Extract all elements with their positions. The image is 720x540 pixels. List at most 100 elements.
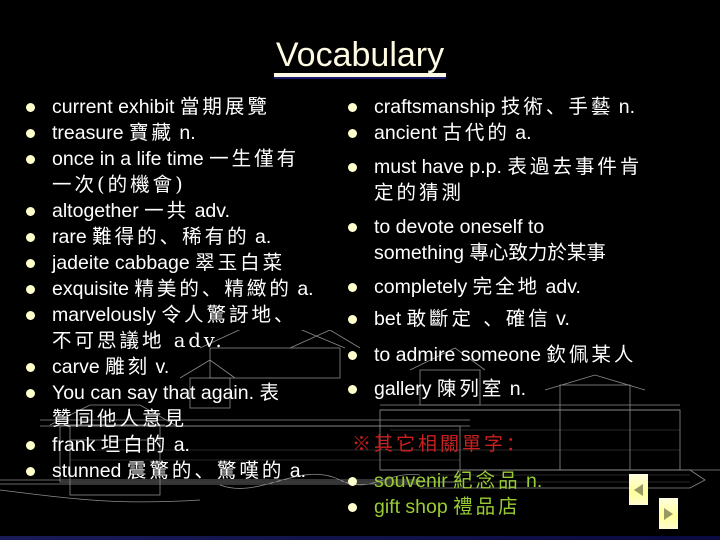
triangle-right-icon (664, 508, 673, 520)
part-of-speech: v. (550, 308, 570, 330)
bullet-icon (348, 129, 357, 138)
vocab-term: gift shop (374, 496, 454, 518)
vocab-translation: 欽佩某人 (546, 343, 637, 366)
bullet-icon (348, 351, 357, 360)
vocab-item: bet 敢斷定 、確信 v. (348, 306, 720, 332)
slide-title-text: Vocabulary (273, 38, 447, 77)
vocab-term: jadeite cabbage (52, 252, 196, 274)
part-of-speech: a. (291, 278, 314, 300)
vocab-item: to devote oneself to something 專心致力於某事 (348, 214, 720, 266)
vocab-term: marvelously (52, 304, 162, 326)
slide: Vocabulary current exhibit 當期展覽 treasure… (0, 0, 720, 540)
vocab-translation: 雕刻 (105, 355, 151, 378)
vocab-term: ancient (374, 122, 443, 144)
bullet-icon (26, 285, 35, 294)
part-of-speech: adv. (540, 276, 581, 298)
vocab-translation: 敢斷定 、確信 (406, 307, 551, 330)
vocab-term: to devote oneself to (374, 216, 545, 238)
bullet-icon (348, 223, 357, 232)
bullet-icon (348, 283, 357, 292)
vocab-translation: 一生僅有 (209, 147, 300, 170)
vocab-translation: 古代的 (442, 121, 510, 144)
related-words-heading: ※其它相關單字： (352, 433, 529, 455)
vocab-translation: 坦白的 (100, 433, 169, 456)
vocab-term: completely (374, 276, 473, 298)
vocab-translation: 一共 (144, 199, 190, 222)
vocab-term: gallery (374, 378, 437, 400)
bullet-icon (26, 467, 35, 476)
vocab-item: ancient 古代的 a. (348, 120, 720, 146)
vocab-term: stunned (52, 460, 127, 482)
vocab-item: current exhibit 當期展覽 (26, 94, 356, 120)
part-of-speech: a. (509, 122, 532, 144)
bullet-icon (26, 103, 35, 112)
vocab-item: to admire someone 欽佩某人 (348, 342, 720, 368)
vocab-translation: 翠玉白菜 (195, 251, 286, 274)
vocab-item: stunned 震驚的、驚嘆的 a. (26, 458, 356, 484)
vocab-term: treasure (52, 122, 129, 144)
part-of-speech: v. (150, 356, 170, 378)
vocabulary-list-right: craftsmanship 技術、手藝 n. ancient 古代的 a. mu… (348, 94, 720, 402)
vocab-translation: 當期展覽 (179, 95, 270, 118)
vocab-translation: 難得的、稀有的 (92, 225, 250, 248)
part-of-speech: n. (520, 470, 543, 492)
part-of-speech: a. (284, 460, 307, 482)
vocab-translation: 禮品店 (453, 495, 521, 518)
triangle-left-icon (634, 484, 643, 496)
vocab-translation: 陳列室 (436, 377, 505, 400)
bullet-icon (26, 207, 35, 216)
vocab-item: gallery 陳列室 n. (348, 376, 720, 402)
vocab-item: carve 雕刻 v. (26, 354, 356, 380)
vocab-item: jadeite cabbage 翠玉白菜 (26, 250, 356, 276)
vocab-item: once in a life time 一生僅有 一次(的機會) (26, 146, 356, 198)
vocab-translation-continued: 贊同他人意見 (52, 407, 188, 430)
vocab-term: bet (374, 308, 407, 330)
vocab-translation-continued: 一次(的機會) (52, 173, 186, 196)
bullet-icon (26, 363, 35, 372)
part-of-speech: adv. (189, 200, 230, 222)
bullet-icon (26, 389, 35, 398)
previous-slide-button[interactable] (629, 474, 648, 505)
vocabulary-list-left: current exhibit 當期展覽 treasure 寶藏 n. once… (26, 94, 356, 484)
vocab-term: rare (52, 226, 93, 248)
vocab-translation: 技術、手藝 (500, 95, 614, 118)
vocab-term: to admire someone (374, 344, 547, 366)
bullet-icon (26, 129, 35, 138)
vocab-term: current exhibit (52, 96, 180, 118)
vocab-item: completely 完全地 adv. (348, 274, 720, 300)
vocab-translation-continued: 不可思議地 adv. (52, 329, 225, 352)
vocab-term: carve (52, 356, 106, 378)
part-of-speech: n. (504, 378, 527, 400)
vocab-translation: 精美的、精緻的 (134, 277, 292, 300)
bullet-icon (348, 477, 357, 486)
vocab-term: souvenir (374, 470, 454, 492)
vocab-translation: 完全地 (472, 275, 541, 298)
bullet-icon (26, 155, 35, 164)
vocab-translation: 表過去事件肯 (507, 155, 643, 178)
bullet-icon (348, 503, 357, 512)
slide-title: Vocabulary (0, 38, 720, 77)
bullet-icon (348, 315, 357, 324)
vocab-translation: 寶藏 (128, 121, 174, 144)
bullet-icon (26, 233, 35, 242)
bullet-icon (348, 103, 357, 112)
bullet-icon (348, 385, 357, 394)
vocab-translation: 紀念品 (453, 469, 521, 492)
vocab-item: treasure 寶藏 n. (26, 120, 356, 146)
bullet-icon (26, 259, 35, 268)
vocab-item: rare 難得的、稀有的 a. (26, 224, 356, 250)
related-word-item: souvenir 紀念品 n. (348, 468, 720, 494)
vocab-item: You can say that again. 表 贊同他人意見 (26, 380, 356, 432)
vocab-translation: 表 (259, 381, 282, 404)
vocab-translation: 震驚的、驚嘆的 (126, 459, 285, 482)
vocab-term-continued: something 專心致力於某事 (374, 242, 606, 264)
vocab-term: altogether (52, 200, 145, 222)
next-slide-button[interactable] (659, 498, 678, 529)
vocab-term: You can say that again. (52, 382, 260, 404)
bullet-icon (26, 311, 35, 320)
part-of-speech: a. (168, 434, 190, 456)
vocab-term: once in a life time (52, 148, 210, 170)
vocab-term: craftsmanship (374, 96, 501, 118)
vocab-item: exquisite 精美的、精緻的 a. (26, 276, 356, 302)
vocab-item: altogether 一共 adv. (26, 198, 356, 224)
